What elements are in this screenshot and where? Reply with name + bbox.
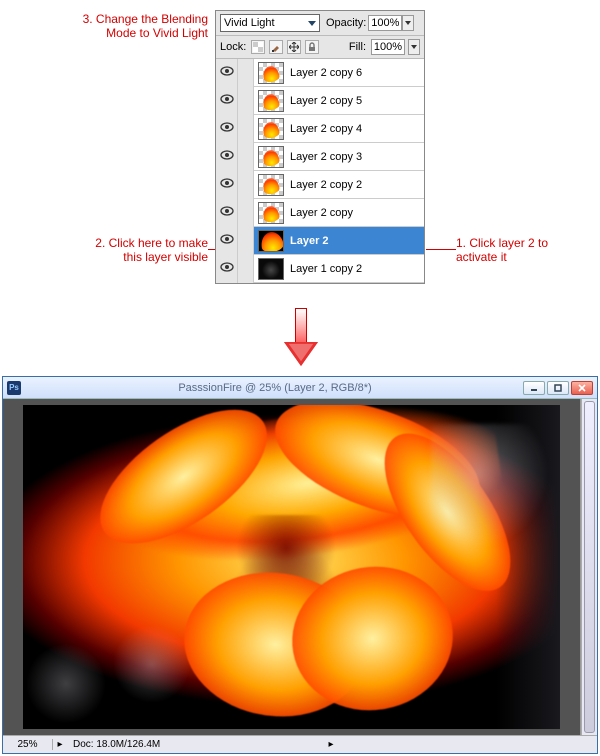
eye-icon bbox=[220, 234, 234, 247]
fill-value[interactable]: 100% bbox=[371, 39, 405, 55]
visibility-toggle[interactable] bbox=[216, 171, 238, 199]
link-column bbox=[238, 199, 254, 227]
eye-icon bbox=[220, 178, 234, 191]
visibility-toggle[interactable] bbox=[216, 115, 238, 143]
link-column bbox=[238, 143, 254, 171]
layer-row[interactable]: Layer 2 copy 5 bbox=[216, 87, 424, 115]
document-window: Ps PasssionFire @ 25% (Layer 2, RGB/8*) bbox=[2, 376, 598, 754]
eye-icon bbox=[220, 150, 234, 163]
eye-icon bbox=[220, 66, 234, 79]
layer-name[interactable]: Layer 2 copy 4 bbox=[288, 123, 362, 135]
lock-label: Lock: bbox=[220, 41, 246, 53]
horizontal-scrollbar[interactable] bbox=[342, 739, 593, 751]
zoom-level[interactable]: 25% bbox=[3, 739, 53, 750]
layer-row[interactable]: Layer 2 copy bbox=[216, 199, 424, 227]
visibility-toggle[interactable] bbox=[216, 227, 238, 255]
layer-row[interactable]: Layer 1 copy 2 bbox=[216, 255, 424, 283]
app-icon: Ps bbox=[7, 381, 21, 395]
visibility-toggle[interactable] bbox=[216, 59, 238, 87]
layer-name[interactable]: Layer 2 copy bbox=[288, 207, 353, 219]
eye-icon bbox=[220, 262, 234, 275]
zoom-flyout-icon[interactable]: ▸ bbox=[53, 739, 67, 750]
layer-thumbnail[interactable] bbox=[258, 258, 284, 280]
link-column bbox=[238, 171, 254, 199]
eye-icon bbox=[220, 206, 234, 219]
link-column bbox=[238, 227, 254, 255]
blend-mode-dropdown[interactable]: Vivid Light bbox=[220, 14, 320, 32]
arrow-down-icon bbox=[284, 308, 318, 368]
window-title: PasssionFire @ 25% (Layer 2, RGB/8*) bbox=[27, 382, 523, 394]
layer-name[interactable]: Layer 2 copy 6 bbox=[288, 67, 362, 79]
info-flyout-icon[interactable]: ▸ bbox=[324, 739, 338, 750]
opacity-label: Opacity: bbox=[326, 17, 366, 29]
annotation-step2: 2. Click here to make this layer visible bbox=[90, 236, 208, 264]
minimize-button[interactable] bbox=[523, 381, 545, 395]
link-column bbox=[238, 255, 254, 283]
annotation-step3: 3. Change the Blending Mode to Vivid Lig… bbox=[58, 12, 208, 40]
layer-thumbnail[interactable] bbox=[258, 62, 284, 84]
layer-row[interactable]: Layer 2 bbox=[216, 227, 424, 255]
canvas[interactable] bbox=[3, 399, 581, 735]
fill-flyout-button[interactable] bbox=[408, 39, 420, 55]
lock-transparency-icon[interactable] bbox=[251, 40, 265, 54]
link-column bbox=[238, 87, 254, 115]
artwork bbox=[23, 405, 560, 729]
layer-name[interactable]: Layer 2 bbox=[288, 235, 329, 247]
visibility-toggle[interactable] bbox=[216, 199, 238, 227]
layer-name[interactable]: Layer 2 copy 5 bbox=[288, 95, 362, 107]
layer-row[interactable]: Layer 2 copy 4 bbox=[216, 115, 424, 143]
layer-thumbnail[interactable] bbox=[258, 90, 284, 112]
link-column bbox=[238, 115, 254, 143]
visibility-toggle[interactable] bbox=[216, 143, 238, 171]
close-button[interactable] bbox=[571, 381, 593, 395]
layer-row[interactable]: Layer 2 copy 6 bbox=[216, 59, 424, 87]
link-column bbox=[238, 59, 254, 87]
visibility-toggle[interactable] bbox=[216, 255, 238, 283]
opacity-value[interactable]: 100% bbox=[368, 15, 402, 31]
annotation-step1: 1. Click layer 2 to activate it bbox=[456, 236, 576, 264]
blend-mode-value: Vivid Light bbox=[224, 17, 275, 29]
titlebar[interactable]: Ps PasssionFire @ 25% (Layer 2, RGB/8*) bbox=[3, 377, 597, 399]
lock-position-icon[interactable] bbox=[287, 40, 301, 54]
lock-all-icon[interactable] bbox=[305, 40, 319, 54]
layer-thumbnail[interactable] bbox=[258, 118, 284, 140]
layer-thumbnail[interactable] bbox=[258, 146, 284, 168]
doc-info: Doc: 18.0M/126.4M bbox=[67, 739, 324, 750]
layer-thumbnail[interactable] bbox=[258, 202, 284, 224]
opacity-flyout-button[interactable] bbox=[402, 15, 414, 31]
layer-name[interactable]: Layer 2 copy 2 bbox=[288, 179, 362, 191]
chevron-down-icon bbox=[308, 21, 316, 26]
vertical-scrollbar[interactable] bbox=[581, 399, 597, 735]
lock-pixels-icon[interactable] bbox=[269, 40, 283, 54]
statusbar: 25% ▸ Doc: 18.0M/126.4M ▸ bbox=[3, 735, 597, 753]
layer-name[interactable]: Layer 2 copy 3 bbox=[288, 151, 362, 163]
layer-thumbnail[interactable] bbox=[258, 174, 284, 196]
eye-icon bbox=[220, 122, 234, 135]
visibility-toggle[interactable] bbox=[216, 87, 238, 115]
layer-row[interactable]: Layer 2 copy 2 bbox=[216, 171, 424, 199]
layers-list: Layer 2 copy 6 Layer 2 copy 5 Layer 2 copy… bbox=[216, 59, 424, 283]
layers-panel: Vivid Light Opacity: 100% Lock: Fill: 10… bbox=[215, 10, 425, 284]
layer-name[interactable]: Layer 1 copy 2 bbox=[288, 263, 362, 275]
layer-thumbnail[interactable] bbox=[258, 230, 284, 252]
layer-row[interactable]: Layer 2 copy 3 bbox=[216, 143, 424, 171]
eye-icon bbox=[220, 94, 234, 107]
fill-label: Fill: bbox=[349, 41, 366, 53]
maximize-button[interactable] bbox=[547, 381, 569, 395]
